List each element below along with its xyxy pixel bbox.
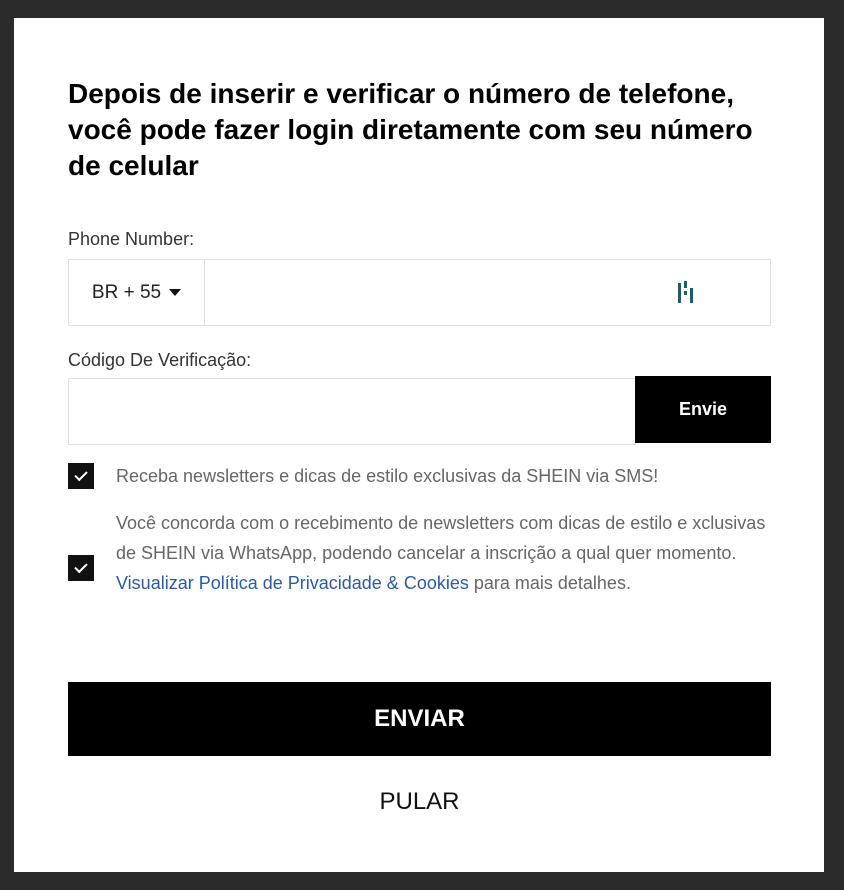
whatsapp-consent-text-start: Você concorda com o recebimento de newsl… — [116, 513, 766, 563]
sms-consent-text: Receba newsletters e dicas de estilo exc… — [116, 466, 659, 486]
phone-verification-modal: Depois de inserir e verificar o número d… — [14, 18, 824, 872]
caret-down-icon — [169, 289, 182, 296]
check-icon — [74, 467, 88, 482]
verification-code-input[interactable] — [68, 378, 636, 445]
country-code-value: BR + 55 — [91, 281, 162, 303]
phone-number-label: Phone Number: — [68, 229, 195, 249]
send-code-button[interactable]: Envie — [635, 376, 771, 443]
verification-code-field-group: Envie — [68, 376, 771, 445]
privacy-policy-link[interactable]: Visualizar Política de Privacidade & Coo… — [116, 573, 469, 593]
check-icon — [74, 559, 88, 574]
whatsapp-consent-text: Você concorda com o recebimento de newsl… — [116, 508, 776, 598]
phone-number-field-group: BR + 55 — [68, 259, 771, 326]
modal-title: Depois de inserir e verificar o número d… — [68, 78, 753, 181]
submit-button[interactable]: ENVIAR — [68, 682, 771, 756]
country-code-dropdown[interactable]: BR + 55 — [69, 260, 205, 325]
password-manager-icon[interactable] — [676, 281, 696, 305]
sms-consent-checkbox[interactable] — [68, 463, 94, 489]
whatsapp-consent-text-end: para mais detalhes. — [468, 573, 631, 593]
skip-button[interactable]: PULAR — [68, 788, 771, 816]
verification-code-label: Código De Verificação: — [68, 350, 252, 370]
whatsapp-consent-checkbox[interactable] — [68, 555, 94, 581]
